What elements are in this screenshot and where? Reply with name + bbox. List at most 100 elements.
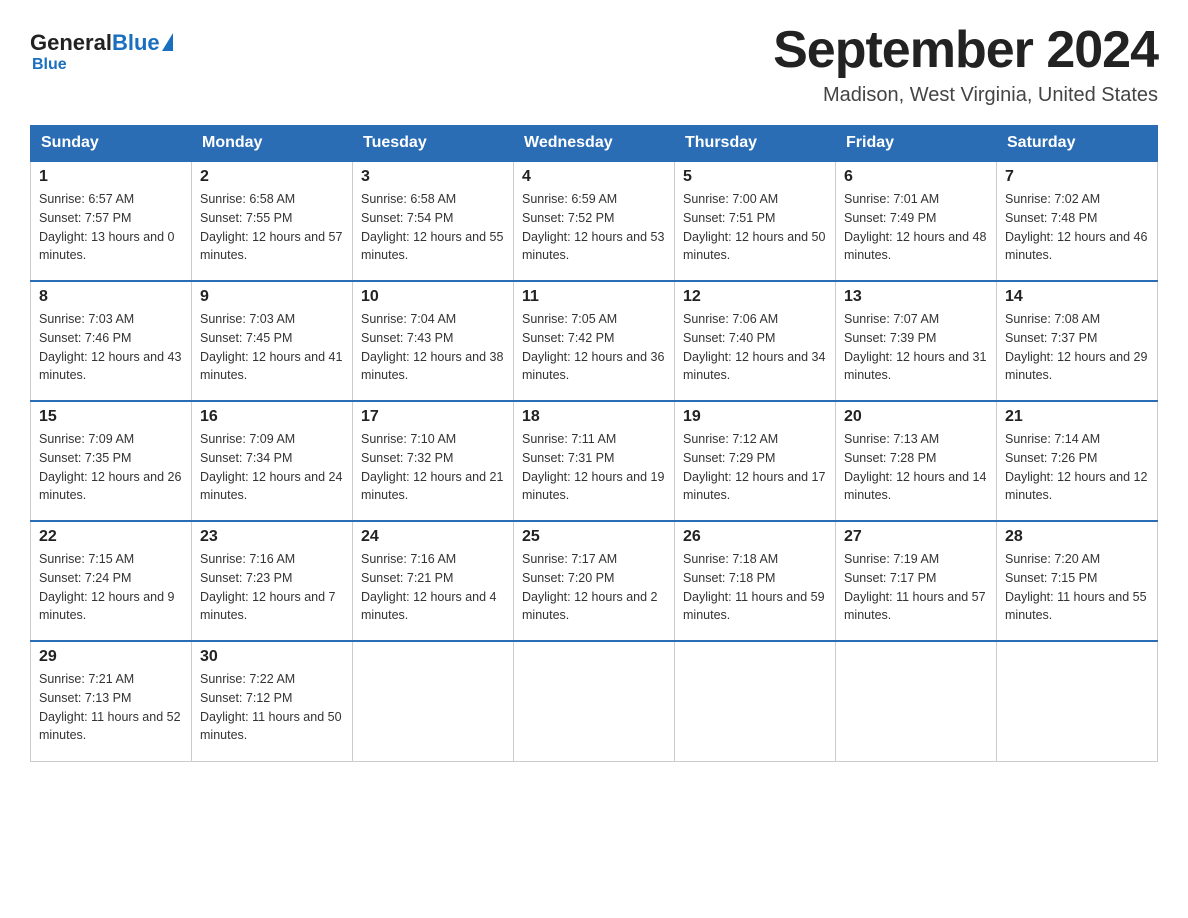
calendar-cell: 16Sunrise: 7:09 AMSunset: 7:34 PMDayligh… xyxy=(192,401,353,521)
day-number: 19 xyxy=(683,408,827,426)
calendar-cell: 3Sunrise: 6:58 AMSunset: 7:54 PMDaylight… xyxy=(353,161,514,281)
logo-blue-label: Blue xyxy=(32,56,67,74)
day-info: Sunrise: 7:11 AMSunset: 7:31 PMDaylight:… xyxy=(522,430,666,505)
calendar-week-row: 1 Sunrise: 6:57 AMSunset: 7:57 PMDaylight… xyxy=(31,161,1158,281)
calendar-cell: 4 Sunrise: 6:59 AMSunset: 7:52 PMDaylight… xyxy=(514,161,675,281)
calendar-cell: 9 Sunrise: 7:03 AMSunset: 7:45 PMDaylight… xyxy=(192,281,353,401)
day-number: 12 xyxy=(683,288,827,306)
calendar-cell: 18 Sunrise: 7:11 AMSunset: 7:31 PMDayligh… xyxy=(514,401,675,521)
day-number: 30 xyxy=(200,648,344,666)
day-number: 7 xyxy=(1005,168,1149,186)
page-subtitle: Madison, West Virginia, United States xyxy=(773,84,1158,107)
logo-blue-part: Blue xyxy=(112,30,173,56)
day-info: Sunrise: 6:57 AMSunset: 7:57 PMDaylight:… xyxy=(39,190,183,265)
calendar-cell xyxy=(836,641,997,761)
calendar-header-thursday: Thursday xyxy=(675,126,836,162)
calendar-header-tuesday: Tuesday xyxy=(353,126,514,162)
day-info: Sunrise: 7:12 AMSunset: 7:29 PMDaylight:… xyxy=(683,430,827,505)
day-number: 13 xyxy=(844,288,988,306)
calendar-cell: 12Sunrise: 7:06 AMSunset: 7:40 PMDayligh… xyxy=(675,281,836,401)
calendar-header-wednesday: Wednesday xyxy=(514,126,675,162)
day-info: Sunrise: 6:59 AMSunset: 7:52 PMDaylight:… xyxy=(522,190,666,265)
day-number: 8 xyxy=(39,288,183,306)
day-info: Sunrise: 7:01 AMSunset: 7:49 PMDaylight:… xyxy=(844,190,988,265)
calendar-week-row: 15Sunrise: 7:09 AMSunset: 7:35 PMDayligh… xyxy=(31,401,1158,521)
day-info: Sunrise: 7:19 AMSunset: 7:17 PMDaylight:… xyxy=(844,550,988,625)
day-info: Sunrise: 7:13 AMSunset: 7:28 PMDaylight:… xyxy=(844,430,988,505)
calendar-cell: 20 Sunrise: 7:13 AMSunset: 7:28 PMDayligh… xyxy=(836,401,997,521)
calendar-cell: 8 Sunrise: 7:03 AMSunset: 7:46 PMDaylight… xyxy=(31,281,192,401)
day-info: Sunrise: 7:21 AMSunset: 7:13 PMDaylight:… xyxy=(39,670,183,745)
day-info: Sunrise: 7:07 AMSunset: 7:39 PMDaylight:… xyxy=(844,310,988,385)
calendar-header-sunday: Sunday xyxy=(31,126,192,162)
calendar-cell: 28 Sunrise: 7:20 AMSunset: 7:15 PMDayligh… xyxy=(997,521,1158,641)
day-info: Sunrise: 7:15 AMSunset: 7:24 PMDaylight:… xyxy=(39,550,183,625)
day-info: Sunrise: 7:03 AMSunset: 7:45 PMDaylight:… xyxy=(200,310,344,385)
logo-triangle-icon xyxy=(162,33,173,51)
day-info: Sunrise: 7:10 AMSunset: 7:32 PMDaylight:… xyxy=(361,430,505,505)
day-number: 11 xyxy=(522,288,666,306)
day-number: 24 xyxy=(361,528,505,546)
day-info: Sunrise: 6:58 AMSunset: 7:55 PMDaylight:… xyxy=(200,190,344,265)
calendar-cell: 19 Sunrise: 7:12 AMSunset: 7:29 PMDayligh… xyxy=(675,401,836,521)
day-number: 4 xyxy=(522,168,666,186)
day-number: 6 xyxy=(844,168,988,186)
logo: General Blue Blue xyxy=(30,30,173,74)
calendar-cell: 26Sunrise: 7:18 AMSunset: 7:18 PMDayligh… xyxy=(675,521,836,641)
day-number: 9 xyxy=(200,288,344,306)
day-number: 10 xyxy=(361,288,505,306)
day-info: Sunrise: 7:22 AMSunset: 7:12 PMDaylight:… xyxy=(200,670,344,745)
day-info: Sunrise: 7:08 AMSunset: 7:37 PMDaylight:… xyxy=(1005,310,1149,385)
day-info: Sunrise: 7:09 AMSunset: 7:35 PMDaylight:… xyxy=(39,430,183,505)
logo-general-text: General xyxy=(30,30,112,56)
calendar-header-saturday: Saturday xyxy=(997,126,1158,162)
day-info: Sunrise: 7:03 AMSunset: 7:46 PMDaylight:… xyxy=(39,310,183,385)
day-number: 25 xyxy=(522,528,666,546)
day-info: Sunrise: 7:00 AMSunset: 7:51 PMDaylight:… xyxy=(683,190,827,265)
day-number: 26 xyxy=(683,528,827,546)
calendar-cell xyxy=(353,641,514,761)
day-number: 27 xyxy=(844,528,988,546)
day-number: 16 xyxy=(200,408,344,426)
calendar-cell: 22Sunrise: 7:15 AMSunset: 7:24 PMDayligh… xyxy=(31,521,192,641)
calendar-cell: 23Sunrise: 7:16 AMSunset: 7:23 PMDayligh… xyxy=(192,521,353,641)
calendar-cell xyxy=(675,641,836,761)
day-number: 2 xyxy=(200,168,344,186)
calendar-header-friday: Friday xyxy=(836,126,997,162)
day-info: Sunrise: 7:20 AMSunset: 7:15 PMDaylight:… xyxy=(1005,550,1149,625)
calendar-week-row: 22Sunrise: 7:15 AMSunset: 7:24 PMDayligh… xyxy=(31,521,1158,641)
calendar-cell xyxy=(514,641,675,761)
calendar-cell: 30 Sunrise: 7:22 AMSunset: 7:12 PMDayligh… xyxy=(192,641,353,761)
calendar-table: SundayMondayTuesdayWednesdayThursdayFrid… xyxy=(30,125,1158,762)
day-number: 1 xyxy=(39,168,183,186)
day-number: 18 xyxy=(522,408,666,426)
calendar-header-monday: Monday xyxy=(192,126,353,162)
calendar-cell: 10 Sunrise: 7:04 AMSunset: 7:43 PMDayligh… xyxy=(353,281,514,401)
day-info: Sunrise: 6:58 AMSunset: 7:54 PMDaylight:… xyxy=(361,190,505,265)
calendar-cell: 1 Sunrise: 6:57 AMSunset: 7:57 PMDaylight… xyxy=(31,161,192,281)
day-number: 28 xyxy=(1005,528,1149,546)
calendar-cell: 5 Sunrise: 7:00 AMSunset: 7:51 PMDaylight… xyxy=(675,161,836,281)
calendar-cell: 7Sunrise: 7:02 AMSunset: 7:48 PMDaylight… xyxy=(997,161,1158,281)
calendar-cell: 6 Sunrise: 7:01 AMSunset: 7:49 PMDaylight… xyxy=(836,161,997,281)
day-info: Sunrise: 7:14 AMSunset: 7:26 PMDaylight:… xyxy=(1005,430,1149,505)
calendar-cell: 17 Sunrise: 7:10 AMSunset: 7:32 PMDayligh… xyxy=(353,401,514,521)
logo-blue-text: Blue xyxy=(112,30,160,56)
calendar-cell: 2 Sunrise: 6:58 AMSunset: 7:55 PMDaylight… xyxy=(192,161,353,281)
day-number: 5 xyxy=(683,168,827,186)
calendar-cell xyxy=(997,641,1158,761)
calendar-cell: 27 Sunrise: 7:19 AMSunset: 7:17 PMDayligh… xyxy=(836,521,997,641)
calendar-week-row: 8 Sunrise: 7:03 AMSunset: 7:46 PMDaylight… xyxy=(31,281,1158,401)
calendar-header-row: SundayMondayTuesdayWednesdayThursdayFrid… xyxy=(31,126,1158,162)
day-info: Sunrise: 7:05 AMSunset: 7:42 PMDaylight:… xyxy=(522,310,666,385)
day-info: Sunrise: 7:16 AMSunset: 7:21 PMDaylight:… xyxy=(361,550,505,625)
title-area: September 2024 Madison, West Virginia, U… xyxy=(773,20,1158,107)
day-number: 17 xyxy=(361,408,505,426)
day-number: 21 xyxy=(1005,408,1149,426)
day-info: Sunrise: 7:16 AMSunset: 7:23 PMDaylight:… xyxy=(200,550,344,625)
day-info: Sunrise: 7:04 AMSunset: 7:43 PMDaylight:… xyxy=(361,310,505,385)
page-title: September 2024 xyxy=(773,20,1158,80)
calendar-cell: 24 Sunrise: 7:16 AMSunset: 7:21 PMDayligh… xyxy=(353,521,514,641)
day-number: 20 xyxy=(844,408,988,426)
calendar-cell: 21 Sunrise: 7:14 AMSunset: 7:26 PMDayligh… xyxy=(997,401,1158,521)
